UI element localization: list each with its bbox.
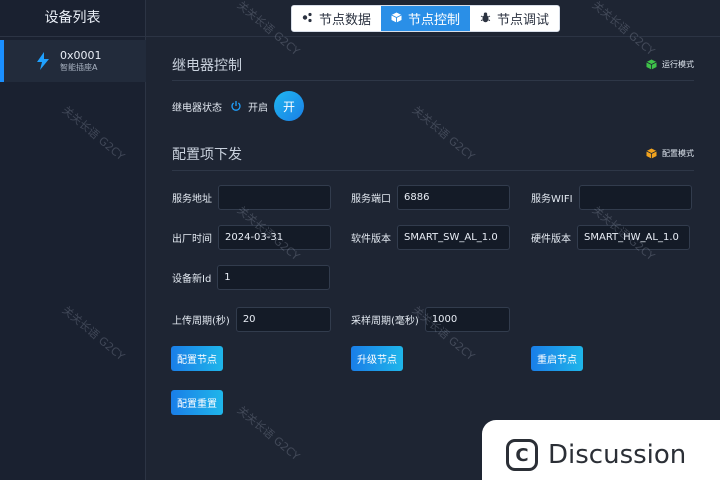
service-wifi-field: 服务WIFI bbox=[531, 185, 692, 210]
sample-period-input[interactable] bbox=[424, 307, 510, 332]
relay-section-title: 继电器控制 bbox=[172, 58, 242, 74]
top-bar: 节点数据 节点控制 节点调试 bbox=[146, 0, 720, 37]
server-port-label: 服务端口 bbox=[351, 194, 391, 205]
device-name: 智能插座A bbox=[60, 62, 98, 72]
main-content: 继电器控制 运行模式 继电器状态 开启 开 配置项下发 配置模式 服务地址 服务… bbox=[146, 38, 720, 480]
config-section-title: 配置项下发 bbox=[172, 147, 242, 163]
software-version-field: 软件版本 bbox=[351, 225, 510, 250]
upload-period-label: 上传周期(秒) bbox=[172, 316, 230, 327]
new-device-id-field: 设备新Id bbox=[172, 265, 331, 290]
factory-date-input[interactable] bbox=[218, 225, 331, 250]
service-wifi-label: 服务WIFI bbox=[531, 194, 573, 205]
sample-period-field: 采样周期(毫秒) bbox=[351, 307, 510, 332]
device-id: 0x0001 bbox=[60, 48, 102, 62]
server-address-input[interactable] bbox=[218, 185, 331, 210]
cube-icon bbox=[391, 12, 402, 26]
config-mode-label: 配置模式 bbox=[662, 149, 694, 158]
tab-node-control[interactable]: 节点控制 bbox=[381, 6, 471, 31]
discussion-badge: C Discussion bbox=[482, 420, 720, 480]
server-port-input[interactable] bbox=[397, 185, 510, 210]
software-version-label: 软件版本 bbox=[351, 234, 391, 245]
hardware-version-input[interactable] bbox=[577, 225, 690, 250]
server-port-field: 服务端口 bbox=[351, 185, 510, 210]
upload-period-field: 上传周期(秒) bbox=[172, 307, 331, 332]
divider bbox=[172, 170, 694, 171]
divider bbox=[172, 80, 694, 81]
factory-date-label: 出厂时间 bbox=[172, 234, 212, 245]
dots-icon bbox=[302, 12, 313, 26]
server-address-field: 服务地址 bbox=[172, 185, 331, 210]
run-mode-label: 运行模式 bbox=[662, 60, 694, 69]
relay-status-value: 开启 bbox=[248, 102, 268, 114]
hardware-version-label: 硬件版本 bbox=[531, 234, 571, 245]
tab-node-debug-label: 节点调试 bbox=[497, 13, 550, 28]
server-address-label: 服务地址 bbox=[172, 194, 212, 205]
bug-icon bbox=[480, 12, 491, 26]
relay-status-row: 继电器状态 开启 开 bbox=[172, 91, 304, 121]
cube-icon bbox=[646, 148, 657, 159]
run-mode-badge: 运行模式 bbox=[646, 59, 694, 70]
restart-node-button[interactable]: 重启节点 bbox=[531, 346, 583, 371]
relay-status-label: 继电器状态 bbox=[172, 102, 222, 114]
hardware-version-field: 硬件版本 bbox=[531, 225, 690, 250]
sidebar-title: 设备列表 bbox=[0, 0, 145, 37]
new-device-id-input[interactable] bbox=[217, 265, 331, 290]
upgrade-node-button[interactable]: 升级节点 bbox=[351, 346, 403, 371]
new-device-id-label: 设备新Id bbox=[172, 274, 212, 285]
sidebar: 设备列表 0x0001 智能插座A bbox=[0, 0, 146, 480]
tab-group: 节点数据 节点控制 节点调试 bbox=[291, 5, 561, 32]
software-version-input[interactable] bbox=[397, 225, 510, 250]
config-mode-badge: 配置模式 bbox=[646, 148, 694, 159]
tab-node-control-label: 节点控制 bbox=[408, 13, 461, 28]
factory-date-field: 出厂时间 bbox=[172, 225, 331, 250]
copyright-icon: C bbox=[506, 439, 538, 471]
configure-node-button[interactable]: 配置节点 bbox=[171, 346, 223, 371]
cube-icon bbox=[646, 59, 657, 70]
tab-node-debug[interactable]: 节点调试 bbox=[470, 6, 560, 31]
upload-period-input[interactable] bbox=[235, 307, 331, 332]
device-list-item[interactable]: 0x0001 智能插座A bbox=[0, 40, 146, 82]
service-wifi-input[interactable] bbox=[578, 185, 692, 210]
tab-node-data[interactable]: 节点数据 bbox=[292, 6, 382, 31]
sample-period-label: 采样周期(毫秒) bbox=[351, 316, 419, 327]
discussion-label: Discussion bbox=[548, 440, 687, 470]
relay-toggle-label: 开 bbox=[282, 99, 295, 114]
tab-node-data-label: 节点数据 bbox=[319, 13, 372, 28]
power-icon bbox=[231, 101, 241, 111]
relay-toggle-button[interactable]: 开 bbox=[274, 91, 304, 121]
bolt-icon bbox=[28, 52, 58, 70]
reset-config-button[interactable]: 配置重置 bbox=[171, 390, 223, 415]
